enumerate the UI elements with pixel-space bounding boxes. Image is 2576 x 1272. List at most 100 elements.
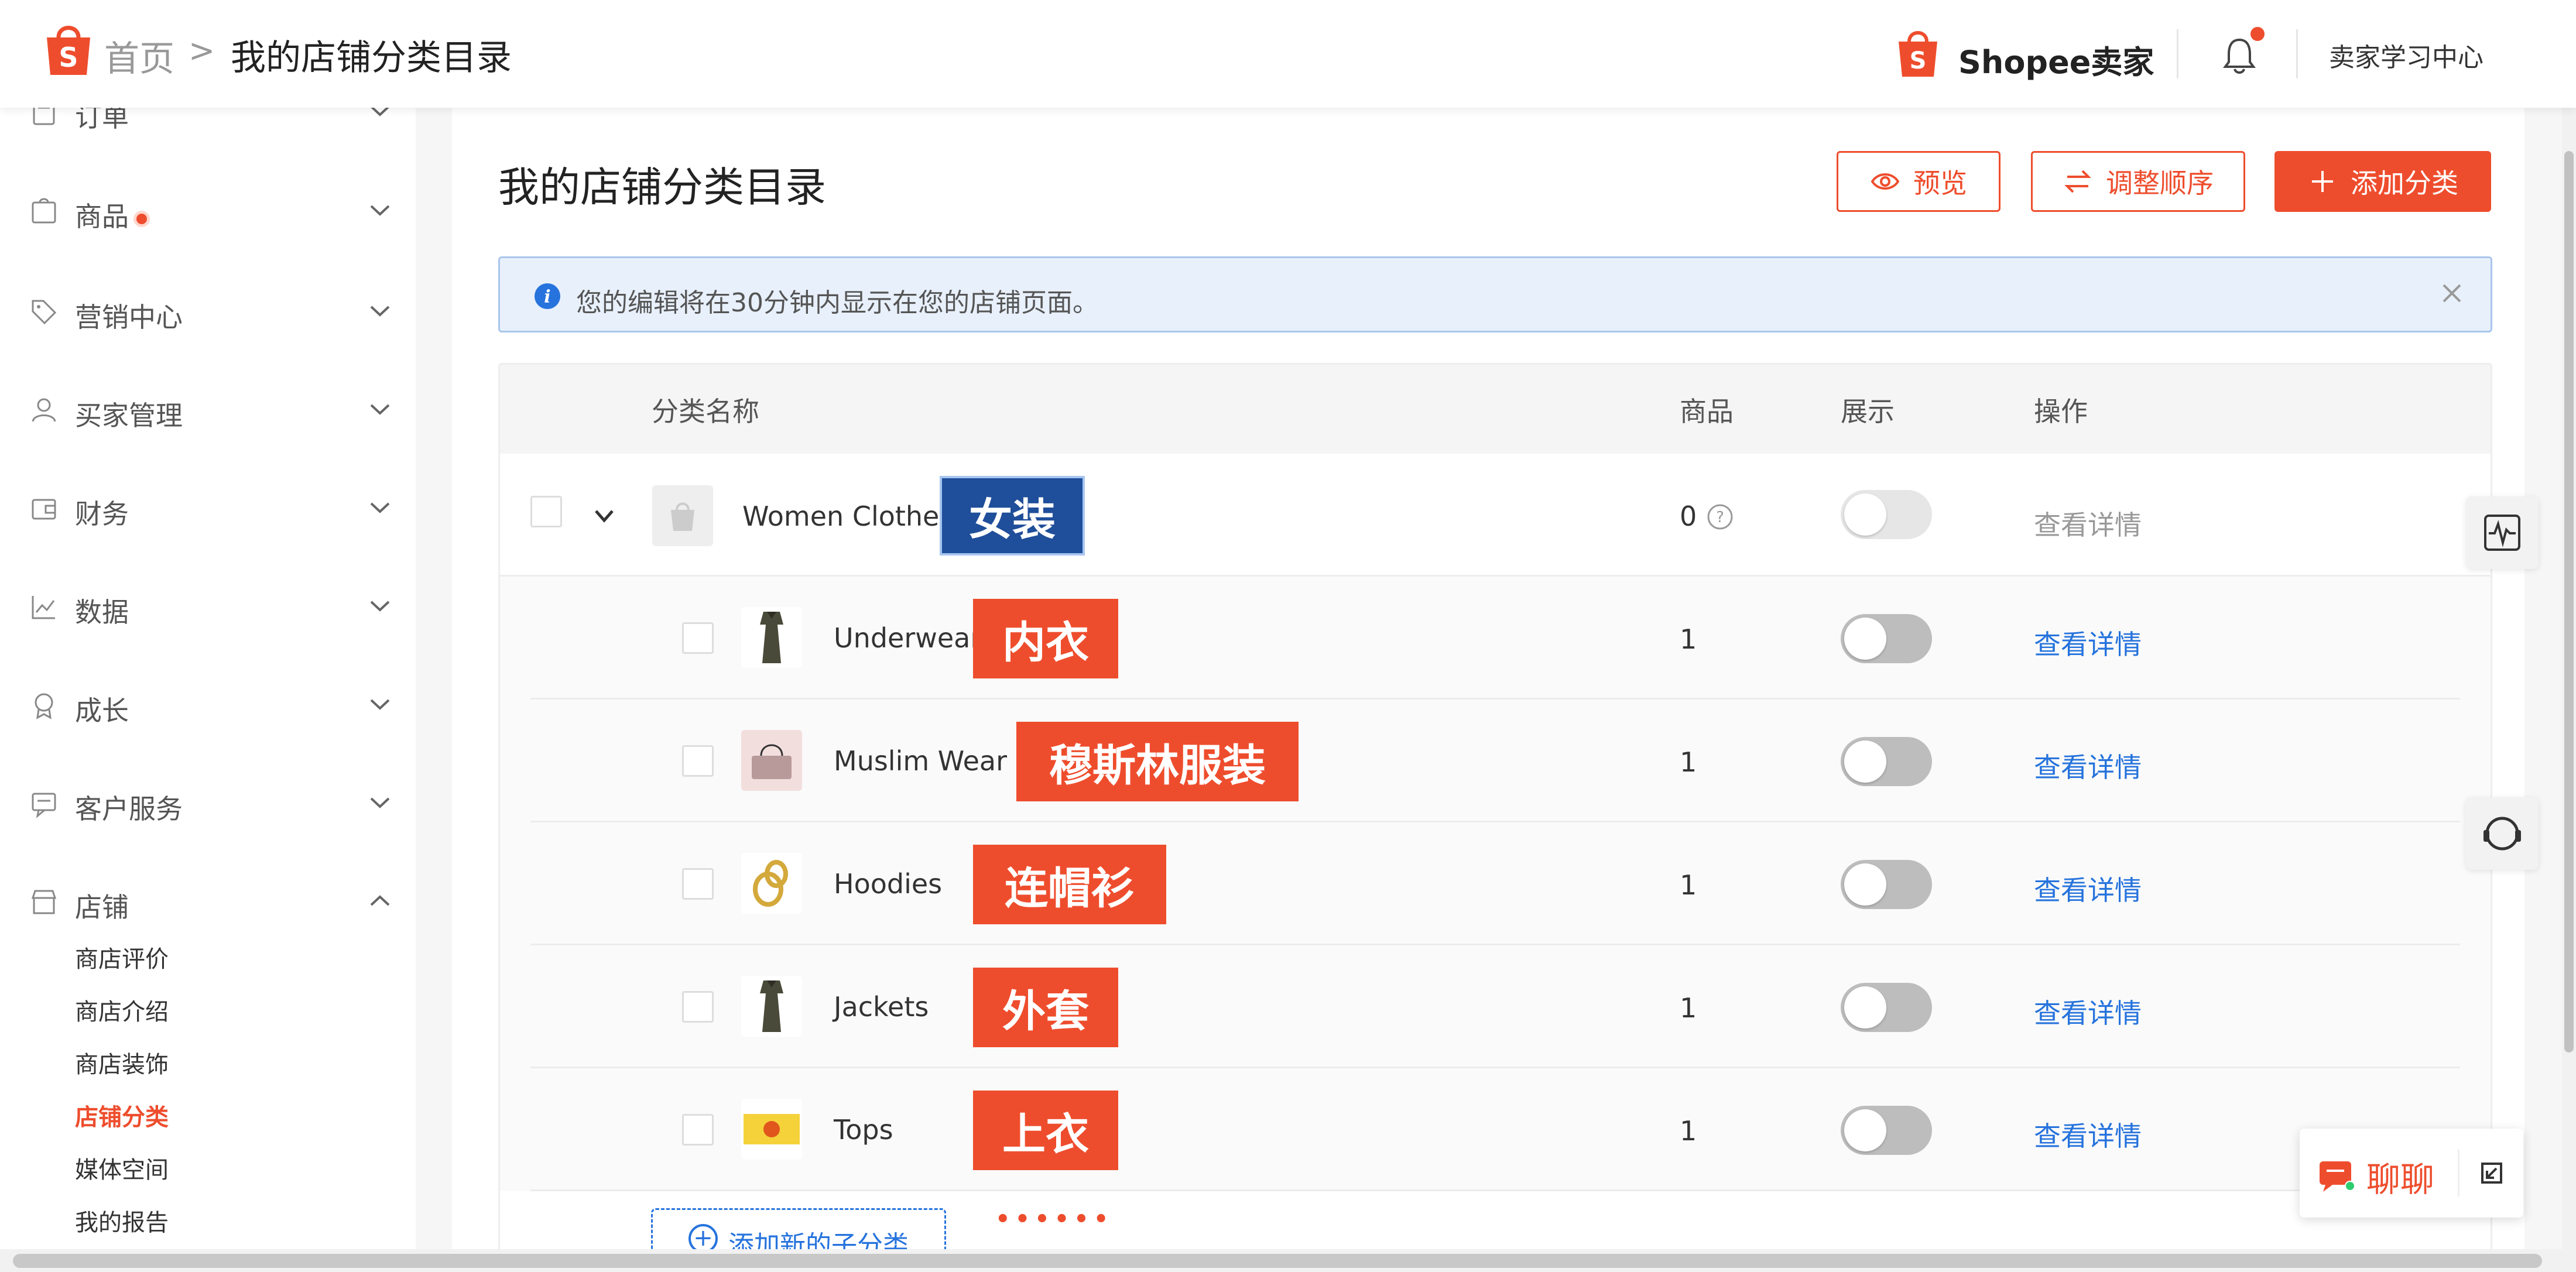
category-name: Hoodies (834, 868, 943, 900)
row-divider (530, 1189, 2460, 1191)
sidebar-item-label: 成长 (75, 695, 129, 726)
sidebar-item-products[interactable]: 商品 (29, 187, 392, 234)
sidebar-sub-my-reports[interactable]: 我的报告 (75, 1204, 169, 1237)
category-name: Muslim Wear (834, 745, 1007, 777)
performance-monitor-button[interactable] (2466, 496, 2539, 569)
chat-widget[interactable]: 聊聊 (2300, 1129, 2523, 1218)
sidebar-item-label: 客户服务 (75, 793, 183, 825)
category-tag: 外套 (973, 968, 1118, 1047)
view-details-link[interactable]: 查看详情 (2034, 746, 2142, 785)
view-details-link[interactable]: 查看详情 (2034, 504, 2142, 543)
row-checkbox[interactable] (682, 991, 714, 1023)
svg-text:S: S (1910, 47, 1927, 74)
loading-dots: •••••• (995, 1206, 1114, 1233)
display-toggle[interactable] (1841, 983, 1932, 1032)
display-toggle[interactable] (1841, 1106, 1932, 1155)
shopee-logo-icon[interactable]: S (42, 21, 95, 77)
info-banner-text: 您的编辑将在30分钟内显示在您的店铺页面。 (576, 288, 1098, 318)
view-details-link[interactable]: 查看详情 (2034, 1115, 2142, 1154)
bag-placeholder-icon (671, 502, 694, 531)
sidebar-item-shop[interactable]: 店铺 (29, 878, 392, 925)
close-icon[interactable] (2438, 279, 2466, 307)
category-name: Tops (834, 1114, 893, 1146)
plus-icon (2312, 171, 2333, 192)
category-tag: 穆斯林服装 (1016, 722, 1299, 801)
toggle-knob (1844, 1109, 1886, 1151)
chevron-down-icon (370, 205, 390, 216)
column-header-action: 操作 (2034, 396, 2088, 427)
handbag-image (752, 744, 792, 779)
view-details-link[interactable]: 查看详情 (2034, 992, 2142, 1031)
product-count: 1 (1680, 746, 1697, 778)
table-row: Hoodies 连帽衫 1 查看详情 (500, 822, 2491, 945)
bell-icon[interactable] (2222, 36, 2257, 75)
view-details-link[interactable]: 查看详情 (2034, 869, 2142, 908)
info-icon: i (535, 283, 560, 309)
view-details-link[interactable]: 查看详情 (2034, 623, 2142, 662)
sidebar-sub-media-space[interactable]: 媒体空间 (75, 1151, 169, 1185)
chevron-down-icon (370, 502, 390, 513)
sidebar-item-finance[interactable]: 财务 (29, 485, 392, 532)
minimize-icon[interactable] (2476, 1158, 2507, 1188)
product-thumbnail (741, 976, 802, 1037)
product-count: 1 (1680, 623, 1697, 655)
breadcrumb-separator: > (189, 32, 215, 69)
sidebar-sub-shop-reviews[interactable]: 商店评价 (75, 940, 169, 974)
sidebar-item-label: 店铺 (75, 892, 129, 923)
toggle-knob (1844, 863, 1886, 906)
sidebar-item-marketing[interactable]: 营销中心 (29, 288, 392, 335)
sidebar-item-label: 买家管理 (75, 400, 183, 431)
display-toggle[interactable] (1841, 490, 1932, 539)
row-checkbox[interactable] (682, 622, 714, 654)
sidebar-sub-shop-decoration[interactable]: 商店装饰 (75, 1045, 169, 1079)
product-count: 1 (1680, 1115, 1697, 1147)
badge-icon (35, 693, 53, 719)
display-toggle[interactable] (1841, 614, 1932, 663)
vertical-scrollbar[interactable] (2562, 0, 2576, 1272)
reorder-button[interactable]: 调整顺序 (2031, 151, 2245, 212)
sidebar-sub-shop-intro[interactable]: 商店介绍 (75, 993, 169, 1027)
display-toggle[interactable] (1841, 860, 1932, 909)
sidebar-item-customer-service[interactable]: 客户服务 (29, 780, 392, 827)
info-banner: i 您的编辑将在30分钟内显示在您的店铺页面。 (498, 256, 2492, 332)
toggle-knob (1844, 618, 1886, 660)
add-category-button[interactable]: 添加分类 (2274, 151, 2491, 212)
preview-button[interactable]: 预览 (1837, 151, 2000, 212)
divider (2458, 1150, 2459, 1196)
product-count: 1 (1680, 869, 1697, 901)
eye-icon (1871, 173, 1900, 190)
swap-icon (2064, 170, 2091, 193)
row-checkbox[interactable] (682, 1114, 714, 1146)
toggle-knob (1844, 986, 1886, 1028)
scrollbar-thumb[interactable] (2564, 151, 2574, 1052)
sidebar-item-data[interactable]: 数据 (29, 583, 392, 630)
display-toggle[interactable] (1841, 737, 1932, 786)
column-header-display: 展示 (1841, 396, 1895, 427)
product-icon (32, 198, 56, 224)
breadcrumb-home[interactable]: 首页 (104, 30, 174, 81)
chat-bubble-icon (2320, 1161, 2355, 1192)
sidebar-item-buyers[interactable]: 买家管理 (29, 386, 392, 433)
chevron-down-icon (370, 404, 390, 415)
breadcrumb-current: 我的店铺分类目录 (231, 37, 512, 78)
sidebar-item-growth[interactable]: 成长 (29, 681, 392, 728)
table-row-parent: Women Clothes 女装 0 ? 查看详情 (500, 454, 2491, 577)
tag-icon (32, 300, 57, 325)
row-checkbox[interactable] (682, 868, 714, 900)
row-checkbox[interactable] (530, 496, 562, 527)
chevron-down-icon (370, 601, 390, 612)
seller-learning-center-link[interactable]: 卖家学习中心 (2329, 36, 2483, 74)
chevron-down-icon[interactable] (591, 504, 617, 527)
brand-name: Shopee卖家 (1958, 44, 2154, 81)
headset-icon (2483, 817, 2521, 851)
support-button[interactable] (2466, 797, 2539, 870)
product-thumbnail (741, 730, 802, 791)
scrollbar-thumb[interactable] (13, 1254, 2542, 1268)
row-checkbox[interactable] (682, 745, 714, 777)
table-row: Jackets 外套 1 查看详情 (500, 945, 2491, 1068)
horizontal-scrollbar[interactable] (0, 1249, 2562, 1272)
sidebar-sub-shop-categories[interactable]: 店铺分类 (75, 1098, 169, 1132)
category-thumbnail (652, 485, 713, 546)
help-icon[interactable]: ? (1706, 503, 1734, 531)
category-name: Jackets (834, 991, 929, 1023)
